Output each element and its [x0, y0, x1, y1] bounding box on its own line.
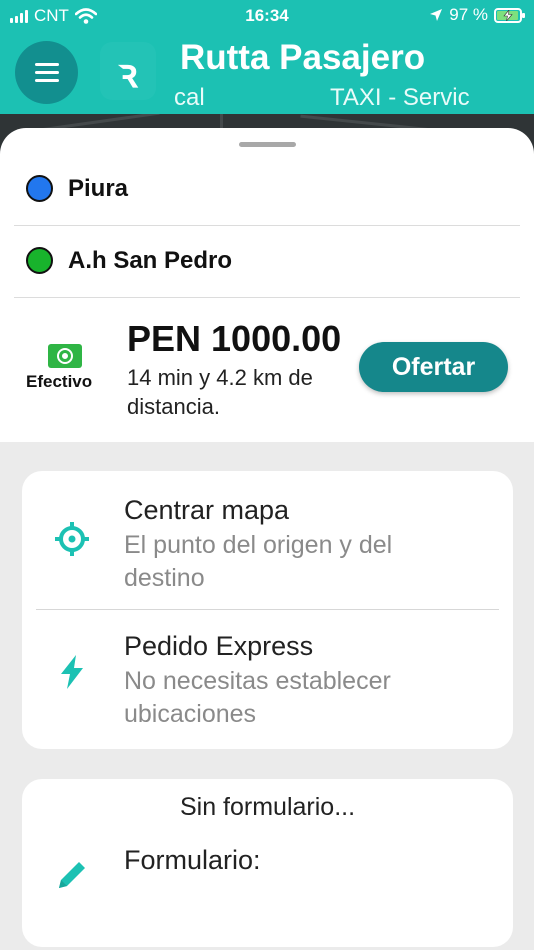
eta-label: 14 min y 4.2 km de distancia.	[127, 365, 313, 419]
origin-dot-icon	[26, 175, 53, 202]
payment-method-label[interactable]: Efectivo	[26, 372, 92, 392]
express-subtitle: No necesitas establecer ubicaciones	[124, 667, 391, 728]
menu-button[interactable]	[15, 41, 78, 104]
trip-sheet: Piura A.h San Pedro Efectivo PEN 1000.00…	[0, 128, 534, 442]
options-card: Centrar mapa El punto del origen y del d…	[22, 471, 513, 749]
app-header: ꝛ Rutta Pasajero cal TAXI - Servic	[0, 32, 534, 114]
destination-label: A.h San Pedro	[68, 246, 233, 274]
sheet-grabber[interactable]	[239, 142, 296, 147]
origin-row[interactable]: Piura	[14, 152, 520, 226]
destination-row[interactable]: A.h San Pedro	[14, 224, 520, 298]
app-title: Rutta Pasajero	[180, 38, 426, 77]
express-option[interactable]: Pedido Express No necesitas establecer u…	[22, 609, 513, 749]
center-map-subtitle: El punto del origen y del destino	[124, 531, 393, 592]
location-arrow-icon	[430, 9, 443, 21]
pencil-icon[interactable]	[52, 855, 92, 895]
express-title: Pedido Express	[124, 631, 314, 661]
status-right: 97 %	[429, 5, 525, 25]
status-bar: CNT 16:34 97 %	[0, 0, 534, 32]
hamburger-icon	[34, 63, 59, 82]
price-label: PEN 1000.00	[127, 318, 342, 359]
cash-icon[interactable]	[48, 344, 82, 368]
battery-percent: 97 %	[449, 5, 488, 24]
app-logo: ꝛ	[100, 42, 156, 100]
origin-label: Piura	[68, 174, 129, 202]
crosshair-icon	[52, 519, 92, 559]
marquee-text: cal TAXI - Servic	[174, 84, 514, 112]
offer-button[interactable]: Ofertar	[359, 342, 508, 392]
form-label: Formulario:	[124, 845, 261, 875]
destination-dot-icon	[26, 247, 53, 274]
center-map-option[interactable]: Centrar mapa El punto del origen y del d…	[22, 471, 513, 609]
form-card: Sin formulario... Formulario:	[22, 779, 513, 947]
marquee-left: cal	[174, 84, 205, 111]
form-card-header: Sin formulario...	[179, 793, 356, 821]
battery-charging-icon	[494, 7, 525, 23]
marquee-right: TAXI - Servic	[330, 84, 470, 111]
lightning-bolt-icon	[52, 652, 92, 692]
center-map-title: Centrar mapa	[124, 495, 290, 525]
